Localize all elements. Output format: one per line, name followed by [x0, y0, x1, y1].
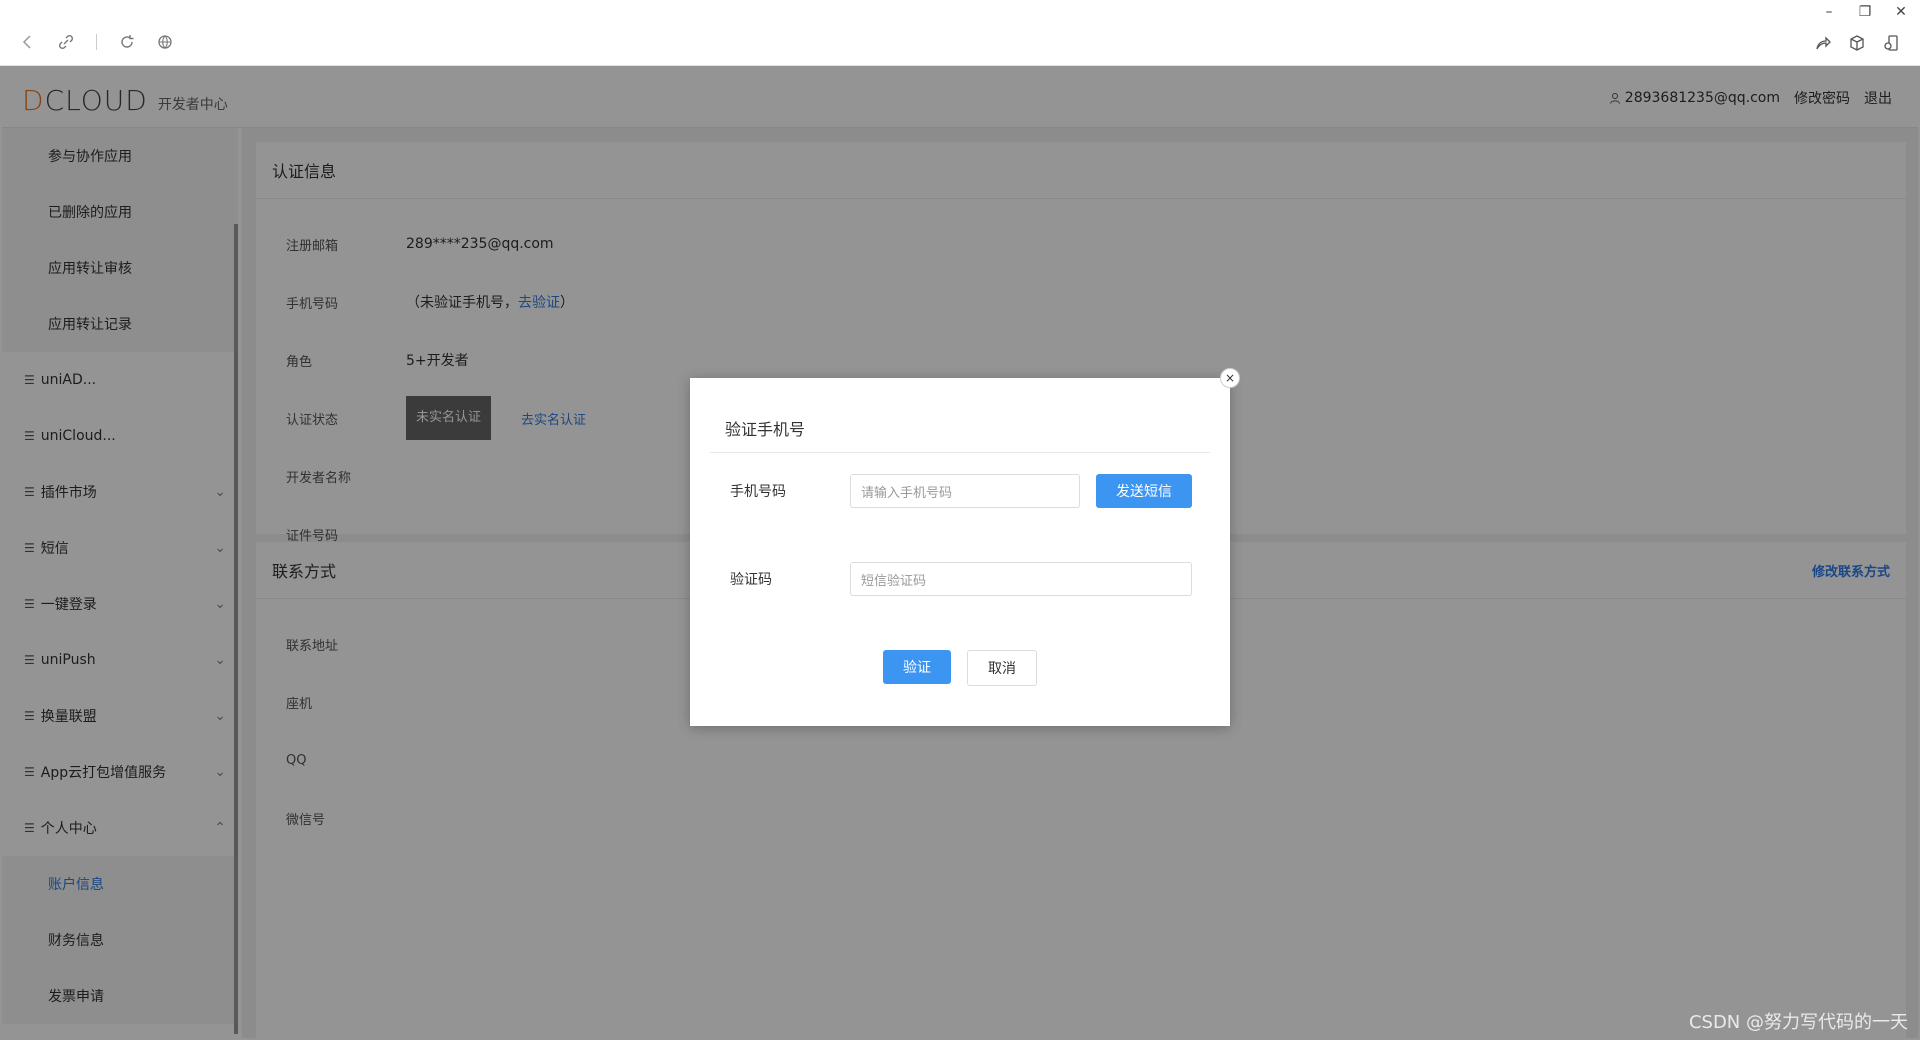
window-controls: – ❐ ✕	[1820, 4, 1910, 20]
globe-icon[interactable]	[157, 34, 173, 50]
modal-divider	[710, 452, 1210, 453]
sms-code-input[interactable]: 短信验证码	[850, 562, 1192, 596]
modal-phone-label: 手机号码	[730, 484, 786, 500]
csdn-watermark: CSDN @努力写代码的一天	[1688, 1012, 1908, 1033]
modal-phone-row: 手机号码 请输入手机号码 发送短信	[730, 474, 1192, 508]
phone-input[interactable]: 请输入手机号码	[850, 474, 1080, 508]
send-sms-button[interactable]: 发送短信	[1096, 474, 1192, 508]
modal-title: 验证手机号	[725, 420, 806, 439]
close-window-button[interactable]: ✕	[1892, 4, 1910, 20]
modal-actions: 验证 取消	[690, 650, 1230, 686]
link-icon[interactable]	[58, 34, 74, 50]
verify-button[interactable]: 验证	[883, 650, 951, 684]
back-icon[interactable]	[20, 34, 36, 50]
share-icon[interactable]	[1814, 34, 1832, 52]
modal-code-label: 验证码	[730, 572, 772, 588]
verify-phone-modal: × 验证手机号 手机号码 请输入手机号码 发送短信 验证码 短信验证码 验证 取…	[690, 368, 1240, 726]
cancel-button[interactable]: 取消	[967, 650, 1037, 686]
refresh-icon[interactable]	[119, 34, 135, 50]
cube-icon[interactable]	[1848, 34, 1866, 52]
device-icon[interactable]	[1882, 34, 1900, 52]
modal-close-button[interactable]: ×	[1220, 368, 1240, 388]
browser-nav	[20, 34, 173, 50]
restore-button[interactable]: ❐	[1856, 4, 1874, 20]
browser-chrome: – ❐ ✕	[0, 0, 1920, 66]
minimize-button[interactable]: –	[1820, 4, 1838, 20]
browser-tools	[1814, 34, 1900, 52]
nav-divider	[96, 34, 97, 50]
modal-code-row: 验证码 短信验证码	[730, 562, 1192, 596]
